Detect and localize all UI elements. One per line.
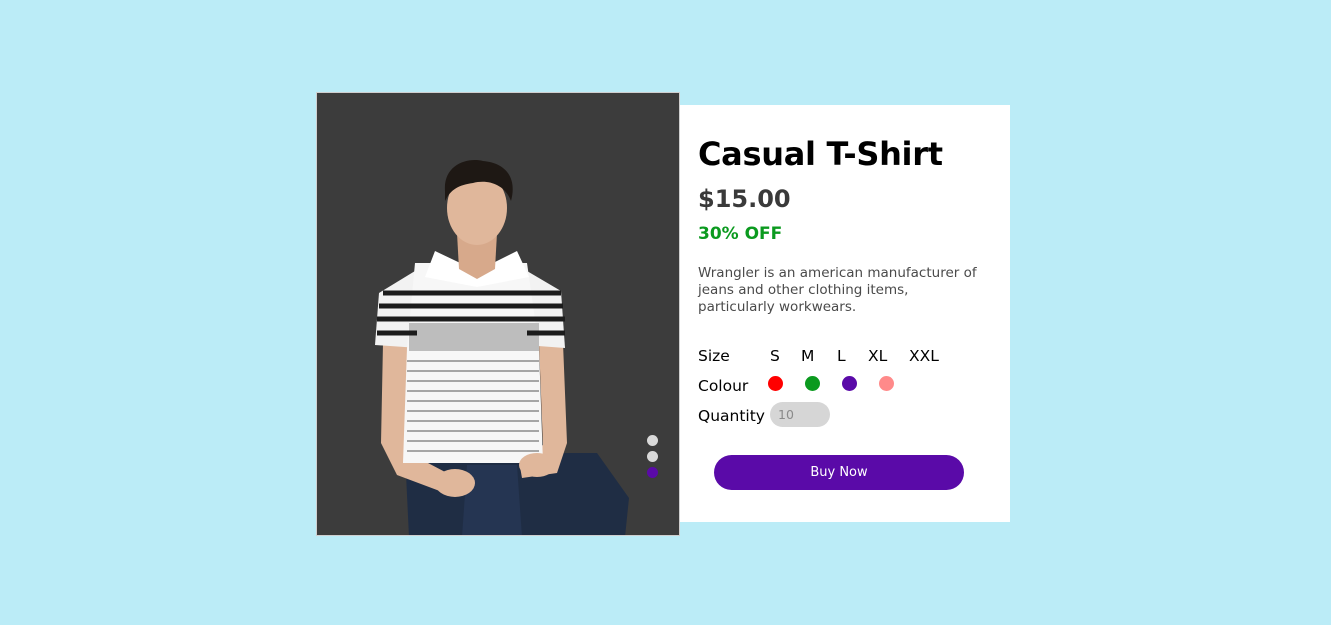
product-description: Wrangler is an american manufacturer of …	[698, 265, 977, 315]
colour-label: Colour	[698, 377, 749, 395]
discount-label: 30% OFF	[698, 224, 783, 244]
model-photo	[375, 160, 629, 535]
product-details-card: Casual T-Shirt $15.00 30% OFF Wrangler i…	[680, 105, 1010, 522]
size-option-xxl[interactable]: XXL	[909, 347, 939, 365]
product-price: $15.00	[698, 185, 791, 213]
quantity-label: Quantity	[698, 407, 765, 425]
buy-now-button[interactable]: Buy Now	[714, 455, 964, 490]
size-label: Size	[698, 347, 730, 365]
size-option-m[interactable]: M	[801, 347, 814, 365]
colour-swatch-purple[interactable]	[842, 376, 857, 391]
colour-swatch-pink[interactable]	[879, 376, 894, 391]
carousel-dot[interactable]	[647, 451, 658, 462]
product-title: Casual T-Shirt	[698, 135, 943, 173]
size-option-xl[interactable]: XL	[868, 347, 887, 365]
size-option-s[interactable]: S	[770, 347, 780, 365]
colour-swatch-red[interactable]	[768, 376, 783, 391]
carousel-dot[interactable]	[647, 435, 658, 446]
carousel-dot[interactable]	[647, 467, 658, 478]
size-option-l[interactable]: L	[837, 347, 846, 365]
quantity-input[interactable]	[770, 402, 830, 427]
carousel-dots	[647, 435, 659, 483]
product-image	[316, 92, 680, 536]
colour-swatch-green[interactable]	[805, 376, 820, 391]
